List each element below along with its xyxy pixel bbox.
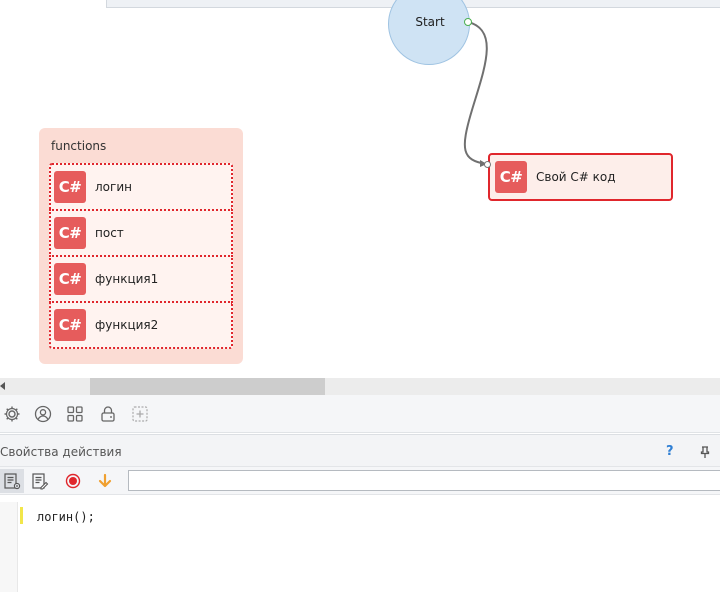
action-node-custom-csharp[interactable]: C# Свой C# код xyxy=(488,153,673,201)
function-item-label: логин xyxy=(95,180,132,194)
function-item-post[interactable]: C# пост xyxy=(49,209,233,257)
function-item-function2[interactable]: C# функция2 xyxy=(49,301,233,349)
add-icon[interactable] xyxy=(130,404,150,424)
user-icon[interactable] xyxy=(33,404,53,424)
properties-panel-title: Свойства действия xyxy=(0,445,122,459)
action-input-port[interactable] xyxy=(484,161,491,168)
edit-code-icon[interactable] xyxy=(28,469,52,493)
function-item-login[interactable]: C# логин xyxy=(49,163,233,211)
scroll-left-arrow-icon[interactable] xyxy=(0,382,5,390)
settings-icon[interactable] xyxy=(2,404,22,424)
grid-icon[interactable] xyxy=(65,404,85,424)
pin-icon[interactable] xyxy=(698,445,712,459)
canvas-horizontal-scrollbar[interactable] xyxy=(0,378,720,395)
changed-line-marker xyxy=(20,507,23,524)
code-editor[interactable]: логин(); xyxy=(0,502,720,592)
functions-group[interactable]: functions C# логин C# пост C# функция1 C… xyxy=(39,128,243,364)
function-item-function1[interactable]: C# функция1 xyxy=(49,255,233,303)
code-line[interactable]: логин(); xyxy=(37,510,95,524)
lock-icon[interactable] xyxy=(98,404,118,424)
record-icon[interactable] xyxy=(61,469,85,493)
project-editor: Start C# Свой C# код functions C# логин … xyxy=(0,0,720,592)
start-output-port[interactable] xyxy=(464,18,472,26)
csharp-icon: C# xyxy=(54,263,86,295)
action-node-label: Свой C# код xyxy=(536,170,616,184)
properties-text-input[interactable] xyxy=(128,470,720,491)
csharp-icon: C# xyxy=(54,171,86,203)
canvas-toolbar xyxy=(0,395,720,433)
functions-list: C# логин C# пост C# функция1 C# функция2 xyxy=(49,163,233,349)
functions-group-title: functions xyxy=(51,139,107,153)
help-icon[interactable]: ? xyxy=(666,444,674,459)
csharp-icon: C# xyxy=(54,217,86,249)
function-item-label: пост xyxy=(95,226,124,240)
arrow-down-icon[interactable] xyxy=(93,469,117,493)
code-settings-icon[interactable] xyxy=(0,469,24,493)
csharp-icon: C# xyxy=(54,309,86,341)
properties-panel-header: Свойства действия ? xyxy=(0,434,720,467)
workflow-canvas[interactable]: Start C# Свой C# код functions C# логин … xyxy=(0,0,720,378)
start-node[interactable]: Start xyxy=(388,0,470,65)
function-item-label: функция2 xyxy=(95,318,159,332)
scrollbar-thumb[interactable] xyxy=(90,378,325,395)
function-item-label: функция1 xyxy=(95,272,159,286)
start-node-label: Start xyxy=(415,15,445,29)
properties-toolbar xyxy=(0,467,720,495)
editor-gutter xyxy=(0,502,18,592)
csharp-icon: C# xyxy=(495,161,527,193)
